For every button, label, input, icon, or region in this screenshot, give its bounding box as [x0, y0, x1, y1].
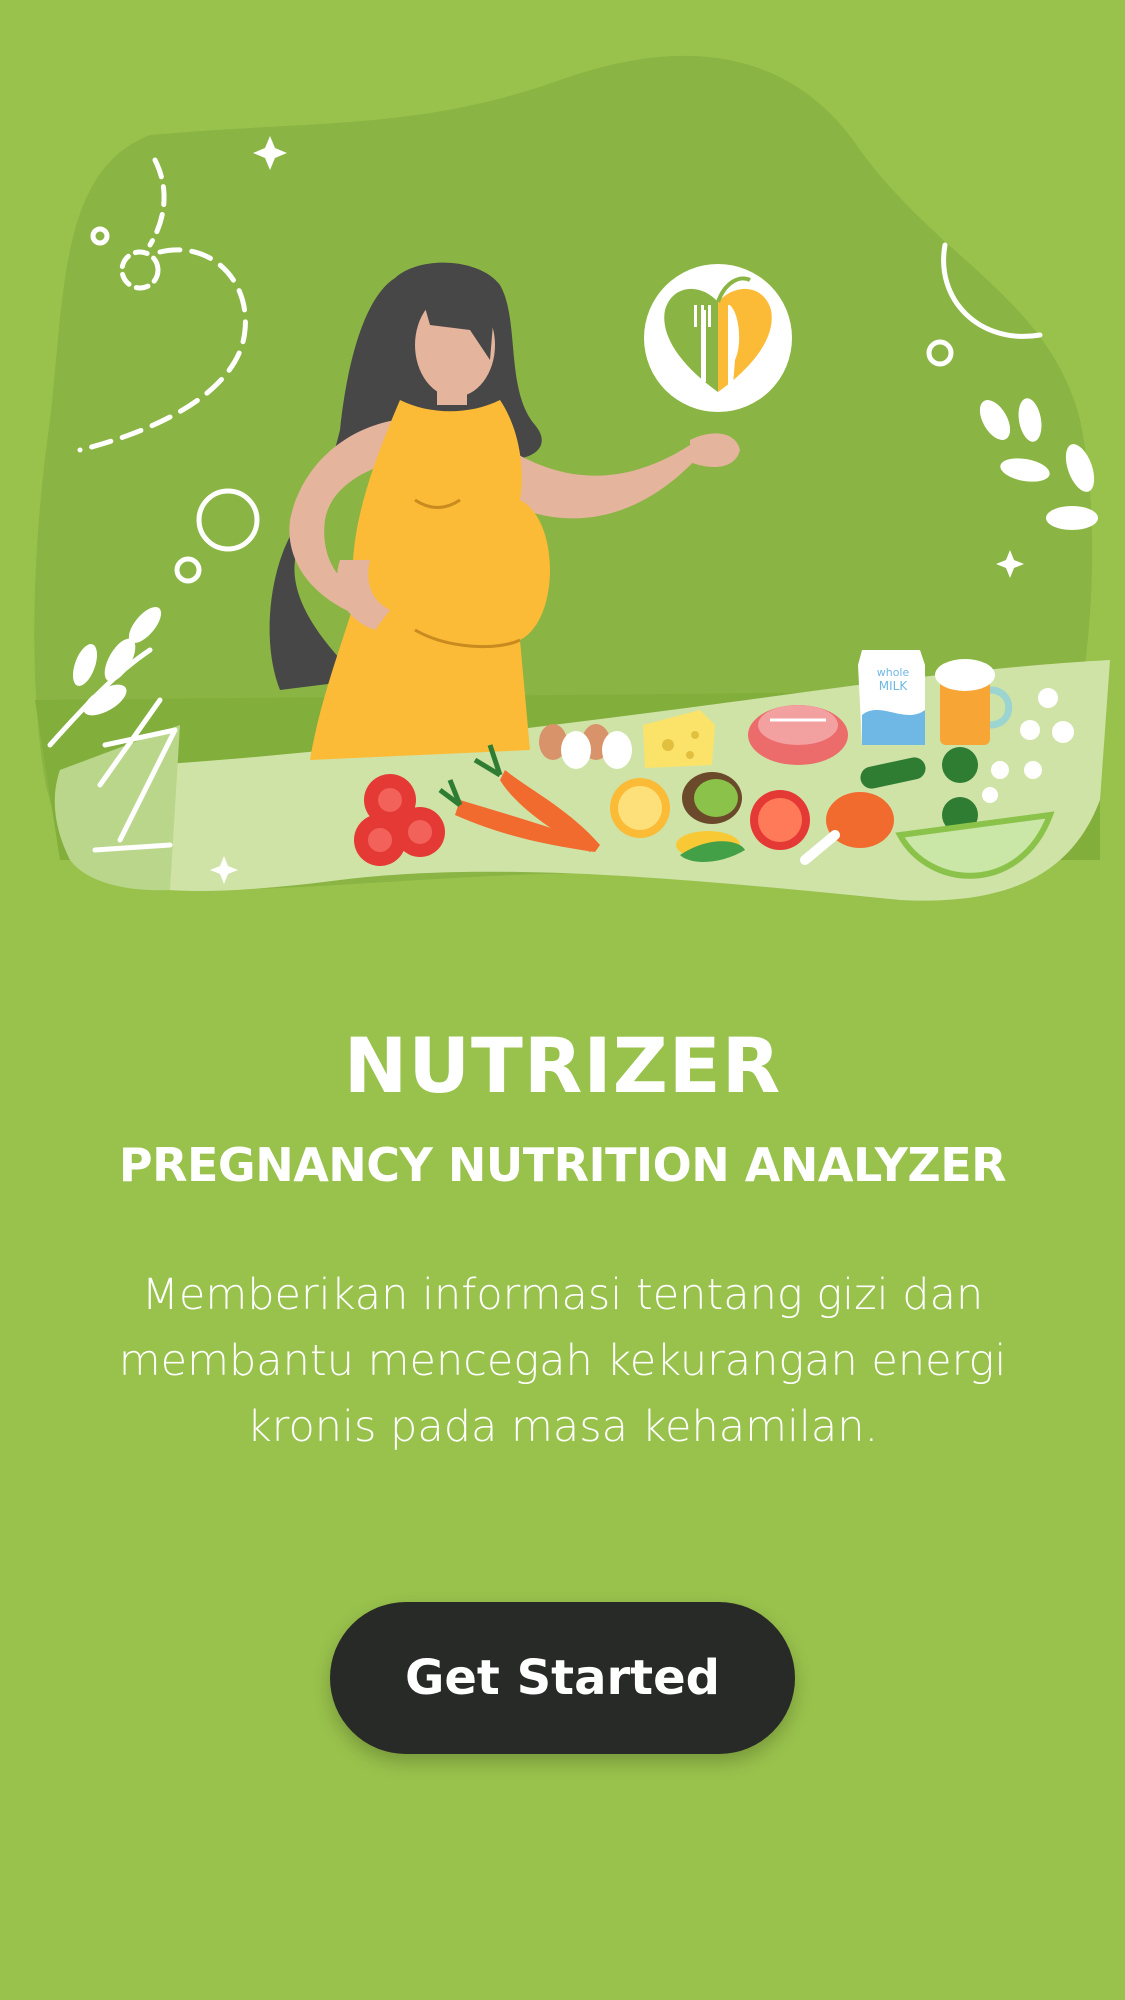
grapefruit-icon	[750, 790, 810, 850]
lemon-icon	[610, 778, 670, 838]
hero-illustration: whole MILK	[0, 0, 1125, 940]
salmon-steak-icon	[748, 705, 848, 765]
nutrition-heart-logo-icon	[644, 264, 792, 412]
app-subtitle: PREGNANCY NUTRITION ANALYZER	[118, 1138, 1007, 1192]
get-started-button[interactable]: Get Started	[330, 1602, 795, 1754]
milk-label-whole: whole	[877, 666, 910, 679]
app-title: NUTRIZER	[343, 1021, 782, 1110]
app-description: Memberikan informasi tentang gizi dan me…	[118, 1270, 1007, 1452]
milk-carton-icon: whole MILK	[858, 650, 925, 745]
kiwi-icon	[682, 772, 742, 824]
milk-label-milk: MILK	[879, 679, 909, 693]
